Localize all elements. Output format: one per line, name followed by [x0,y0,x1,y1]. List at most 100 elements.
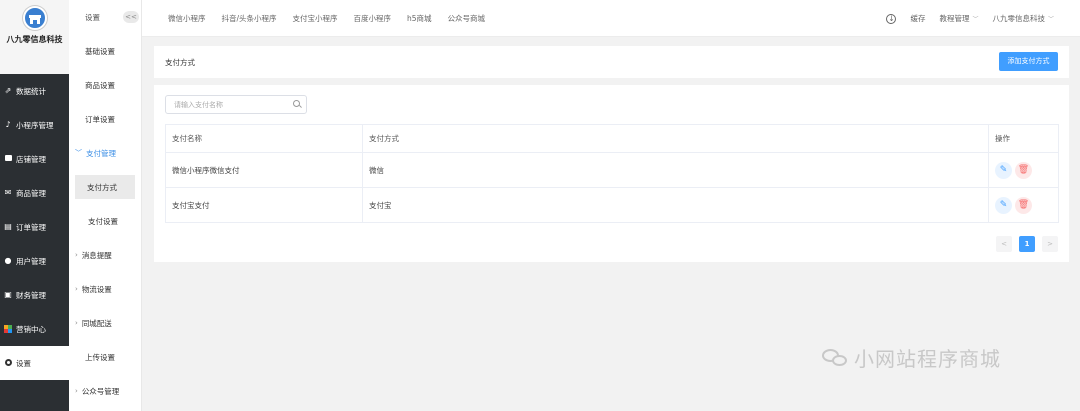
subnav-item-payment[interactable]: ﹀ 支付管理 [69,136,141,170]
table-row: 微信小程序微信支付 微信 ✎ 🗑 [165,152,1059,188]
chevron-right-icon: › [75,251,78,259]
tab-alipay-mini[interactable]: 支付宝小程序 [293,13,338,24]
nav-label: 用户管理 [16,256,46,266]
watermark-text: 小网站程序商城 [854,347,1001,371]
payment-method-cell: 支付宝 [362,187,989,223]
main-nav: ⇗ 数据统计 ♪ 小程序管理 店铺管理 ✉ 商品管理 ▤ 订单管理 ● 用户管理 ▣ 财务管… [0,74,69,380]
page-number-button[interactable]: 1 [1019,236,1035,252]
tab-wechat-mini[interactable]: 微信小程序 [168,13,206,24]
subnav-label: 同城配送 [81,318,112,328]
chevron-down-icon: ﹀ [75,149,82,157]
collapse-button[interactable]: << [123,11,139,23]
nav-item-settings[interactable]: 设置 [0,346,69,380]
search-icon[interactable] [293,100,300,107]
user-icon: ● [4,256,12,265]
subnav-item-delivery[interactable]: › 同城配送 [69,306,141,340]
watermark: 小网站程序商城 [822,343,1001,372]
edit-icon[interactable]: ✎ [995,196,1012,214]
sub-sidebar-header: 设置 << [69,0,141,34]
subnav-item-payment-method[interactable]: 支付方式 [75,175,135,199]
order-icon: ▤ [4,222,12,231]
tab-official-mall[interactable]: 公众号商城 [448,13,486,24]
next-page-button[interactable]: > [1042,236,1058,252]
brand-name: 八九零信息科技 [6,35,63,44]
chevron-right-icon: › [75,319,78,327]
wechat-icon [822,348,848,367]
nav-label: 营销中心 [16,324,46,334]
cache-button[interactable]: 缓存 [910,13,925,24]
link-icon: ♪ [5,120,11,129]
finance-icon: ▣ [4,290,12,299]
delete-icon[interactable]: 🗑 [1015,161,1032,179]
nav-label: 数据统计 [16,86,46,96]
payment-method-cell: 微信 [362,152,989,188]
marketing-icon [4,325,12,333]
subnav-item-messages[interactable]: › 消息提醒 [69,238,141,272]
nav-item-finance[interactable]: ▣ 财务管理 [0,278,69,312]
chevron-down-icon: ﹀ [972,16,979,23]
brand: 八九零信息科技 [0,0,69,74]
prev-page-button[interactable]: < [996,236,1012,252]
nav-label: 财务管理 [16,290,46,300]
tab-douyin-mini[interactable]: 抖音/头条小程序 [222,13,277,24]
nav-item-marketing[interactable]: 营销中心 [0,312,69,346]
chart-icon: ⇗ [4,86,12,95]
platform-tabs: 微信小程序 抖音/头条小程序 支付宝小程序 百度小程序 h5商城 公众号商城 [142,13,501,24]
column-header: 支付名称 [165,124,363,153]
column-header: 操作 [988,124,1059,153]
nav-item-stats[interactable]: ⇗ 数据统计 [0,74,69,108]
nav-label: 设置 [16,358,31,368]
payment-list-card: 支付名称 支付方式 操作 微信小程序微信支付 微信 ✎🗑 支付宝支付 支付宝 ✎… [154,85,1069,262]
subnav-item-official-account[interactable]: › 公众号管理 [69,374,141,408]
store-icon [4,155,12,163]
settings-ring-icon [4,359,12,367]
table-row: 支付宝支付 支付宝 ✎ 🗑 [165,187,1059,223]
top-bar-actions: ↓ 缓存 教程管理 ﹀ 八九零信息科技 ﹀ [886,0,1054,37]
nav-item-store[interactable]: 店铺管理 [0,142,69,176]
subnav-item-logistics[interactable]: › 物流设置 [69,272,141,306]
nav-label: 商品管理 [16,188,46,198]
main-sidebar: 八九零信息科技 ⇗ 数据统计 ♪ 小程序管理 店铺管理 ✉ 商品管理 ▤ 订单管理 ● 用… [0,0,69,411]
page-title: 支付方式 [165,57,195,67]
chevron-right-icon: › [75,285,78,293]
account-menu[interactable]: 八九零信息科技 ﹀ [992,13,1054,24]
sub-sidebar: 设置 << 基础设置 商品设置 订单设置 ﹀ 支付管理 支付方式 支付设置 › 消息… [69,0,142,411]
account-label: 八九零信息科技 [992,14,1045,23]
nav-item-orders[interactable]: ▤ 订单管理 [0,210,69,244]
subnav-label: 支付管理 [86,148,116,158]
subnav-label: 公众号管理 [81,386,120,396]
nav-item-goods[interactable]: ✉ 商品管理 [0,176,69,210]
nav-item-users[interactable]: ● 用户管理 [0,244,69,278]
search-input[interactable] [166,96,286,113]
page-header-card: 支付方式 添加支付方式 [154,46,1069,78]
nav-label: 订单管理 [16,222,46,232]
mail-icon: ✉ [4,188,12,197]
chevron-right-icon: › [75,387,78,395]
tutorial-label: 教程管理 [939,14,970,23]
delete-icon[interactable]: 🗑 [1015,196,1032,214]
payment-name-cell: 微信小程序微信支付 [165,152,363,188]
nav-label: 店铺管理 [16,154,46,164]
download-icon[interactable]: ↓ [886,13,897,24]
subnav-item-upload[interactable]: 上传设置 [69,340,141,374]
subnav-item-payment-settings[interactable]: 支付设置 [69,204,141,238]
subnav-label: 消息提醒 [81,250,112,260]
nav-item-miniprogram[interactable]: ♪ 小程序管理 [0,108,69,142]
tutorial-menu[interactable]: 教程管理 ﹀ [939,13,978,24]
payment-name-cell: 支付宝支付 [165,187,363,223]
subnav-item-order[interactable]: 订单设置 [69,102,141,136]
tab-baidu-mini[interactable]: 百度小程序 [354,13,392,24]
actions-cell: ✎ 🗑 [988,152,1059,188]
actions-cell: ✎ 🗑 [988,187,1059,223]
search-box [165,95,307,114]
subnav-label: 物流设置 [81,284,112,294]
add-payment-button[interactable]: 添加支付方式 [999,52,1058,71]
subnav-item-basic[interactable]: 基础设置 [69,34,141,68]
column-header: 支付方式 [362,124,989,153]
pagination: < 1 > [989,236,1058,252]
tab-h5-mall[interactable]: h5商城 [407,13,432,24]
table-header-row: 支付名称 支付方式 操作 [165,124,1059,153]
nav-label: 小程序管理 [16,120,54,130]
subnav-item-goods[interactable]: 商品设置 [69,68,141,102]
edit-icon[interactable]: ✎ [995,161,1012,179]
